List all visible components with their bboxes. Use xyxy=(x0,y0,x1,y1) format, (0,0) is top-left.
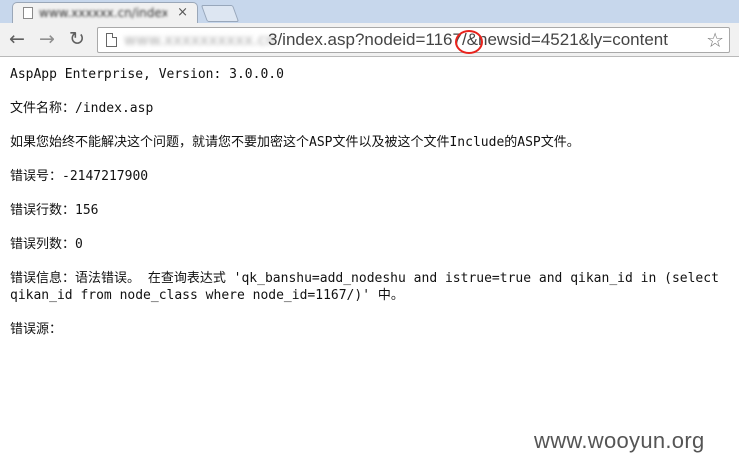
error-column: 错误列数：0 xyxy=(10,237,83,252)
error-source: 错误源： xyxy=(10,322,63,337)
tab-close-icon[interactable]: × xyxy=(177,5,188,20)
tab-title: www.xxxxxx.cn/index.asp?nodeid xyxy=(39,6,167,20)
product-version: AspApp Enterprise, Version: 3.0.0.0 xyxy=(10,67,284,82)
file-name: 文件名称：/index.asp xyxy=(10,101,154,116)
watermark: www.wooyun.org xyxy=(534,428,705,453)
address-bar[interactable]: www.xxxxxxxxxx.cn 3/index.asp?nodeid=116… xyxy=(97,27,730,54)
new-tab-button[interactable] xyxy=(200,5,240,22)
bookmark-star-icon[interactable]: ☆ xyxy=(706,29,724,51)
browser-tab[interactable]: www.xxxxxx.cn/index.asp?nodeid × xyxy=(12,2,198,23)
url-host-blurred: www.xxxxxxxxxx.cn xyxy=(124,31,276,49)
error-number: 错误号：-2147217900 xyxy=(10,169,149,184)
forward-arrow-icon[interactable]: → xyxy=(36,28,58,50)
error-message: 错误信息：语法错误。 在查询表达式 'qk_banshu=add_nodeshu… xyxy=(10,271,719,303)
reload-icon[interactable]: ↻ xyxy=(66,28,88,50)
browser-toolbar: ← → ↻ www.xxxxxxxxxx.cn 3/index.asp?node… xyxy=(0,23,739,57)
red-circle-annotation xyxy=(455,30,483,54)
error-line: 错误行数：156 xyxy=(10,203,99,218)
page-favicon-icon xyxy=(23,7,33,19)
page-icon xyxy=(106,33,117,47)
tab-strip: www.xxxxxx.cn/index.asp?nodeid × xyxy=(0,0,739,23)
back-arrow-icon[interactable]: ← xyxy=(6,28,28,50)
advice-text: 如果您始终不能解决这个问题，就请您不要加密这个ASP文件以及被这个文件Inclu… xyxy=(10,135,580,150)
